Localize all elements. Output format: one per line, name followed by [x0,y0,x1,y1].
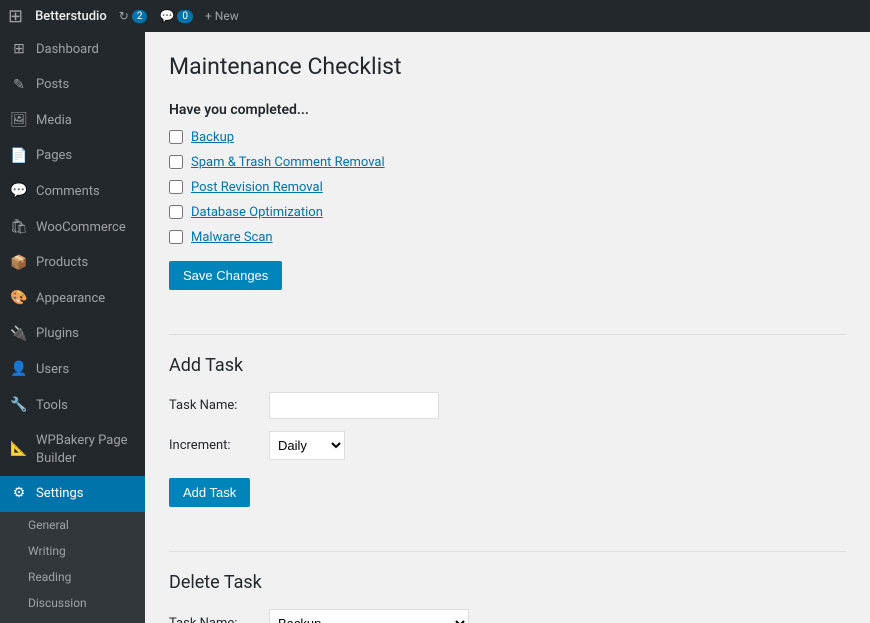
sidebar-item-wpbakery[interactable]: 📐 WPBakery Page Builder [0,424,145,476]
sidebar-label-appearance: Appearance [36,290,105,308]
sidebar-item-users[interactable]: 👤 Users [0,352,145,388]
checklist-label-malware[interactable]: Malware Scan [191,230,273,245]
delete-task-heading: Delete Task [169,572,846,593]
wp-logo-icon[interactable]: ⊞ [8,6,23,27]
appearance-icon: 🎨 [10,289,28,309]
checklist-label-backup[interactable]: Backup [191,130,234,145]
posts-icon: ✎ [10,76,28,96]
sidebar-item-dashboard[interactable]: ⊞ Dashboard [0,32,145,68]
products-icon: 📦 [10,254,28,274]
submenu-item-reading[interactable]: Reading [0,564,145,590]
checklist-label-spam[interactable]: Spam & Trash Comment Removal [191,155,385,170]
checkbox-db_opt[interactable] [169,205,183,219]
checklist-item-revision: Post Revision Removal [169,180,846,195]
dashboard-icon: ⊞ [10,40,28,60]
delete-task-name-label: Task Name: [169,616,259,623]
submenu-item-general[interactable]: General [0,512,145,538]
sidebar-label-pages: Pages [36,147,72,165]
sidebar-label-products: Products [36,254,88,272]
sidebar-item-woocommerce[interactable]: 🛍 WooCommerce [0,210,145,246]
comments-icon: 💬 [159,9,174,23]
submenu-item-media[interactable]: Media [0,616,145,623]
checklist-section: Have you completed... Backup Spam & Trash… [169,102,846,310]
new-button[interactable]: + New [205,9,239,23]
sidebar-item-posts[interactable]: ✎ Posts [0,68,145,104]
sidebar-label-settings: Settings [36,485,83,503]
sidebar-item-media[interactable]: 🖼 Media [0,103,145,139]
sidebar-item-comments[interactable]: 💬 Comments [0,174,145,210]
settings-submenu: GeneralWritingReadingDiscussionMedia [0,512,145,623]
increment-label: Increment: [169,438,259,453]
sidebar: ⊞ Dashboard ✎ Posts 🖼 Media 📄 Pages 💬 Comments 🛍 Wo… [0,32,145,623]
add-task-button[interactable]: Add Task [169,478,250,507]
sidebar-label-tools: Tools [36,397,68,415]
sidebar-item-appearance[interactable]: 🎨 Appearance [0,281,145,317]
checklist-label-db_opt[interactable]: Database Optimization [191,205,323,220]
delete-task-section: Delete Task Task Name: BackupSpam & Tras… [169,572,846,623]
submenu-item-writing[interactable]: Writing [0,538,145,564]
sidebar-item-pages[interactable]: 📄 Pages [0,139,145,175]
sidebar-label-media: Media [36,112,72,130]
sidebar-label-wpbakery: WPBakery Page Builder [36,432,135,468]
comments-item[interactable]: 💬 0 [159,9,193,23]
updates-item[interactable]: ↻ 2 [119,9,148,23]
page-title: Maintenance Checklist [169,52,846,82]
section-divider-2 [169,551,846,552]
sidebar-item-products[interactable]: 📦 Products [0,246,145,282]
sidebar-label-comments: Comments [36,183,100,201]
checkbox-backup[interactable] [169,130,183,144]
checklist-item-spam: Spam & Trash Comment Removal [169,155,846,170]
pages-icon: 📄 [10,147,28,167]
woocommerce-icon: 🛍 [10,218,28,238]
sidebar-item-tools[interactable]: 🔧 Tools [0,388,145,424]
checklist-label-revision[interactable]: Post Revision Removal [191,180,323,195]
settings-icon: ⚙ [10,484,28,504]
section-divider-1 [169,334,846,335]
users-icon: 👤 [10,360,28,380]
task-name-label: Task Name: [169,398,259,413]
media-icon: 🖼 [10,111,28,131]
checklist-item-malware: Malware Scan [169,230,846,245]
checkbox-revision[interactable] [169,180,183,194]
task-name-input[interactable] [269,392,439,419]
checklist-item-db_opt: Database Optimization [169,205,846,220]
sidebar-label-plugins: Plugins [36,325,79,343]
comments-icon: 💬 [10,182,28,202]
checkbox-malware[interactable] [169,230,183,244]
save-changes-button[interactable]: Save Changes [169,261,282,290]
sidebar-label-posts: Posts [36,76,69,94]
delete-task-name-row: Task Name: BackupSpam & Trash Comment Re… [169,609,846,623]
add-task-heading: Add Task [169,355,846,376]
updates-icon: ↻ [119,9,129,23]
checkbox-spam[interactable] [169,155,183,169]
site-name: Betterstudio [35,9,107,24]
wpbakery-icon: 📐 [10,440,28,460]
sidebar-item-plugins[interactable]: 🔌 Plugins [0,317,145,353]
delete-task-select[interactable]: BackupSpam & Trash Comment RemovalPost R… [269,609,469,623]
main-content: Maintenance Checklist Have you completed… [145,32,870,623]
checklist-heading: Have you completed... [169,102,846,118]
add-task-section: Add Task Task Name: Increment: DailyWeek… [169,355,846,527]
task-name-row: Task Name: [169,392,846,419]
checklist-items: Backup Spam & Trash Comment Removal Post R… [169,130,846,245]
sidebar-label-woocommerce: WooCommerce [36,219,126,237]
increment-select[interactable]: DailyWeeklyMonthly [269,431,345,460]
sidebar-label-users: Users [36,361,69,379]
comments-count: 0 [177,10,193,23]
increment-row: Increment: DailyWeeklyMonthly [169,431,846,460]
updates-count: 2 [132,10,148,23]
plugins-icon: 🔌 [10,325,28,345]
sidebar-label-dashboard: Dashboard [36,41,99,59]
submenu-item-discussion[interactable]: Discussion [0,590,145,616]
tools-icon: 🔧 [10,396,28,416]
checklist-item-backup: Backup [169,130,846,145]
topbar: ⊞ Betterstudio ↻ 2 💬 0 + New [0,0,870,32]
sidebar-item-settings[interactable]: ⚙ Settings [0,476,145,512]
